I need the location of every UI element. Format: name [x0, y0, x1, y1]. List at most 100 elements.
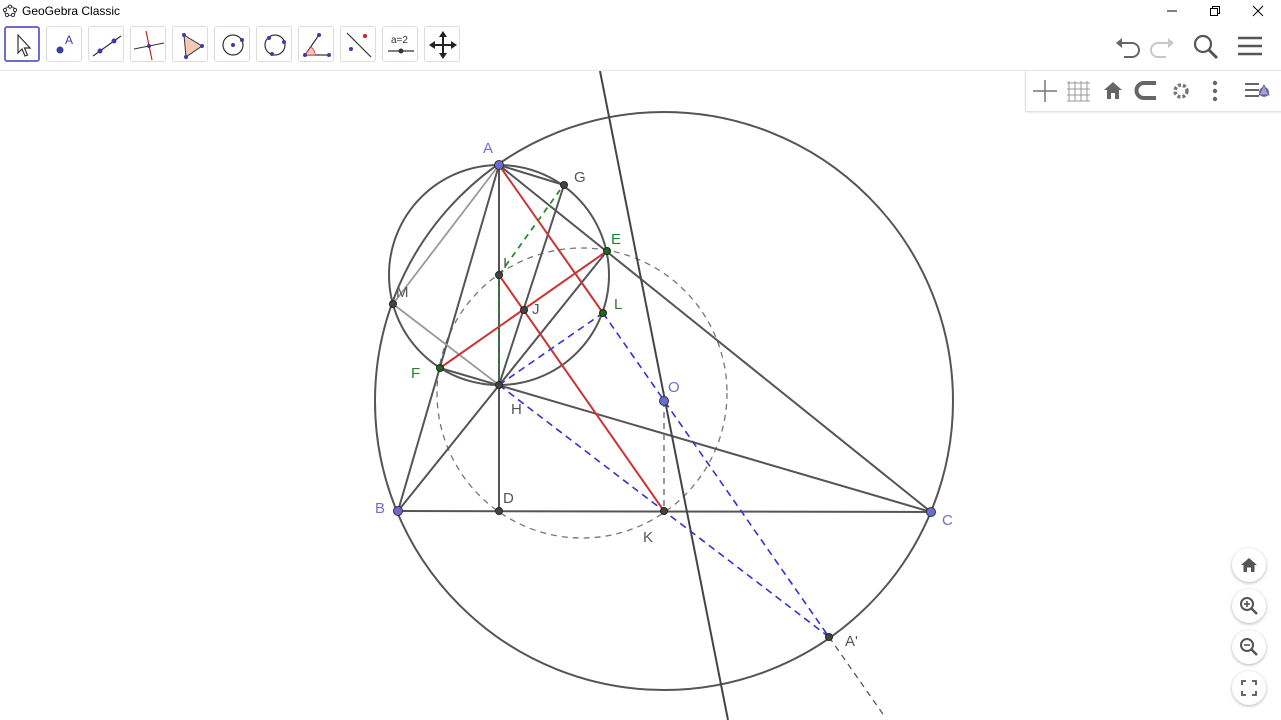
blue-dashed-HL — [498, 312, 604, 386]
label-D: D — [503, 490, 514, 507]
home-icon — [1104, 82, 1122, 99]
label-H: H — [511, 401, 522, 418]
style-bar — [1025, 71, 1281, 112]
slider-label: a=2 — [391, 35, 408, 46]
more-options-button[interactable] — [1200, 77, 1230, 105]
point-H[interactable] — [495, 381, 503, 389]
slider-icon: a=2 — [388, 35, 414, 54]
toggle-axes-button[interactable] — [1030, 77, 1060, 105]
tool-angle[interactable] — [298, 26, 334, 62]
fullscreen-button[interactable] — [1232, 671, 1266, 705]
point-O[interactable] — [659, 396, 669, 406]
tool-slider[interactable]: a=2 — [382, 26, 418, 62]
label-B: B — [375, 500, 385, 517]
more-vertical-icon — [1212, 80, 1218, 102]
angle-icon — [303, 33, 331, 57]
geogebra-logo-icon — [3, 4, 17, 18]
line-through-G — [599, 71, 729, 720]
graphics-settings-button[interactable] — [1166, 77, 1196, 105]
redo-icon — [1150, 38, 1174, 58]
line-AG — [498, 164, 565, 186]
reflect-about-line-icon — [346, 32, 372, 58]
tool-move-graphics-view[interactable] — [424, 26, 460, 62]
altitude-BE — [397, 250, 608, 512]
close-button[interactable] — [1236, 0, 1280, 22]
svg-text:A: A — [65, 33, 73, 47]
fullscreen-icon — [1241, 680, 1257, 696]
label-A-prime: A' — [845, 633, 858, 650]
tool-reflect[interactable] — [340, 26, 376, 62]
undo-icon — [1116, 38, 1140, 58]
point-capturing-button[interactable] — [1132, 77, 1162, 105]
close-icon — [1252, 5, 1264, 17]
settings-gear-icon — [1173, 83, 1189, 99]
standard-view-zoom-button[interactable] — [1232, 548, 1266, 582]
point-D[interactable] — [495, 507, 503, 515]
tool-move[interactable] — [4, 26, 40, 62]
move-graphics-view-icon — [429, 31, 457, 59]
tool-point[interactable]: A — [46, 26, 82, 62]
label-J: J — [532, 301, 540, 318]
label-O: O — [668, 379, 680, 396]
zoom-out-icon — [1240, 638, 1258, 656]
point-icon: A — [56, 33, 73, 54]
move-arrow-icon — [17, 33, 32, 57]
toggle-grid-button[interactable] — [1064, 77, 1094, 105]
point-G[interactable] — [560, 181, 568, 189]
tool-line[interactable] — [88, 26, 124, 62]
zoom-out-button[interactable] — [1232, 630, 1266, 664]
blue-dashed-LA2 — [602, 312, 830, 638]
point-I[interactable] — [495, 271, 503, 279]
side-AC — [498, 164, 932, 513]
window-title: GeoGebra Classic — [22, 4, 121, 18]
circle-three-points-icon — [264, 34, 286, 56]
point-A[interactable] — [494, 160, 504, 170]
point-B[interactable] — [393, 506, 403, 516]
search-icon — [1193, 34, 1219, 60]
redo-button[interactable] — [1146, 32, 1178, 62]
title-bar: GeoGebra Classic — [0, 0, 1281, 22]
green-dashed-IG — [498, 189, 561, 276]
point-M[interactable] — [389, 300, 397, 308]
tool-polygon[interactable] — [172, 26, 208, 62]
standard-view-button[interactable] — [1098, 77, 1128, 105]
label-M: M — [396, 284, 409, 301]
label-G: G — [574, 169, 586, 186]
point-F[interactable] — [436, 364, 444, 372]
main-menu-button[interactable] — [1234, 32, 1266, 62]
restore-button[interactable] — [1193, 0, 1237, 22]
point-L[interactable] — [599, 309, 607, 317]
toggle-style-bar-button[interactable] — [1242, 77, 1272, 105]
line-MH — [392, 303, 500, 386]
point-K[interactable] — [660, 507, 668, 515]
tool-circle-three-points[interactable] — [256, 26, 292, 62]
label-K: K — [643, 529, 653, 546]
line-AM — [392, 164, 500, 305]
minimize-button[interactable] — [1150, 0, 1194, 22]
circle-center-point-icon — [222, 34, 244, 56]
search-button[interactable] — [1190, 32, 1222, 62]
tool-perpendicular[interactable] — [130, 26, 166, 62]
line-icon — [92, 35, 122, 57]
restore-icon — [1210, 6, 1220, 16]
undo-button[interactable] — [1112, 32, 1144, 62]
point-A-prime[interactable] — [825, 633, 833, 641]
label-C: C — [942, 512, 953, 529]
home-icon — [1241, 558, 1257, 572]
tool-circle[interactable] — [214, 26, 250, 62]
label-I: I — [503, 255, 507, 272]
graphics-view[interactable]: A B C O D E F G H I J K L M A' — [0, 71, 1281, 720]
point-C[interactable] — [926, 507, 936, 517]
point-E[interactable] — [603, 247, 611, 255]
polygon-icon — [182, 33, 204, 59]
grid-icon — [1067, 81, 1090, 102]
label-A: A — [483, 140, 493, 157]
toggle-style-bar-icon — [1245, 83, 1270, 97]
point-J[interactable] — [520, 306, 528, 314]
menu-icon — [1238, 36, 1262, 56]
point-capturing-icon — [1134, 81, 1156, 100]
label-E: E — [611, 231, 621, 248]
zoom-in-button[interactable] — [1232, 589, 1266, 623]
axes-icon — [1033, 80, 1057, 102]
toolbar: A a=2 — [0, 22, 1281, 71]
